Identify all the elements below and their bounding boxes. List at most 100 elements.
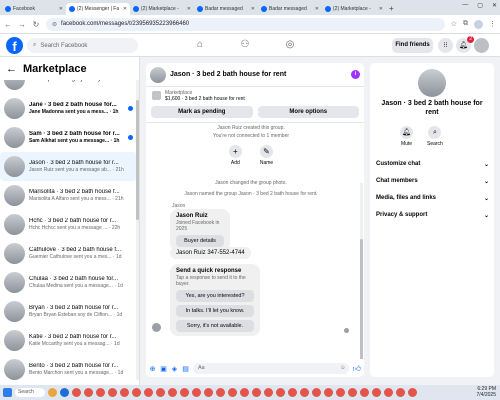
chat-avatar[interactable] [150, 66, 166, 83]
forward-icon[interactable]: → [18, 20, 26, 29]
search-input[interactable]: ⌕ Search Facebook [27, 38, 138, 53]
chrome-icon[interactable] [96, 388, 105, 397]
browser-tab[interactable]: (2) Marketplace - ✕ [322, 3, 386, 15]
chrome-icon[interactable] [180, 388, 189, 397]
chrome-icon[interactable] [228, 388, 237, 397]
chrome-icon[interactable] [72, 388, 81, 397]
message-input[interactable]: Aa ☺ [193, 363, 349, 374]
chrome-icon[interactable] [264, 388, 273, 397]
chrome-icon[interactable] [372, 388, 381, 397]
account-avatar[interactable] [474, 38, 489, 53]
chrome-icon[interactable] [204, 388, 213, 397]
mute-button[interactable]: 🔔︎ Mute [400, 126, 413, 147]
chrome-icon[interactable] [156, 388, 165, 397]
chrome-icon[interactable] [108, 388, 117, 397]
chrome-icon[interactable] [336, 388, 345, 397]
chrome-icon[interactable] [360, 388, 369, 397]
site-info-icon[interactable]: ⊜ [52, 21, 57, 28]
conversation-item[interactable]: Cathulove · 3 bed 2 bath house f... Guemi… [0, 239, 137, 268]
browser-tab[interactable]: Facebook ✕ [2, 3, 66, 15]
maximize-icon[interactable]: ▢ [477, 2, 483, 9]
chrome-icon[interactable] [132, 388, 141, 397]
chrome-icon[interactable] [192, 388, 201, 397]
taskbar-search[interactable]: Search [15, 388, 45, 397]
url-field[interactable]: ⊜ facebook.com/messages/t/23956935223966… [46, 17, 445, 31]
windows-start-icon[interactable] [3, 388, 12, 397]
browser-tab[interactable]: Badar messaged ✕ [258, 3, 322, 15]
groups-icon[interactable]: ◎ [280, 37, 300, 53]
conversation-item[interactable]: Katie · 3 bed 2 bath house for r... Katie… [0, 326, 137, 355]
friends-icon[interactable]: ⚇ [235, 37, 255, 53]
gif-icon[interactable]: ▤ [182, 365, 189, 373]
listing-card[interactable]: Marketplace $1,600 · 3 bed 2 bath house … [146, 87, 364, 104]
chrome-icon[interactable] [396, 388, 405, 397]
close-tab-icon[interactable]: ✕ [123, 6, 127, 12]
conversation-item[interactable]: Sam · 3 bed 2 bath house for r... Sam Alk… [0, 123, 137, 152]
home-icon[interactable]: ⌂ [190, 37, 210, 53]
search-conversation-button[interactable]: ⌕ Search [427, 126, 443, 147]
chrome-icon[interactable] [252, 388, 261, 397]
name-group-button[interactable]: ✎ Name [260, 145, 273, 166]
chrome-icon[interactable] [312, 388, 321, 397]
new-tab-button[interactable]: + [389, 3, 394, 15]
back-arrow-icon[interactable]: ← [6, 63, 17, 75]
close-tab-icon[interactable]: ✕ [315, 6, 319, 12]
emoji-icon[interactable]: ☺ [340, 363, 346, 374]
add-attachment-icon[interactable]: ⊕ [149, 365, 156, 373]
chrome-icon[interactable] [120, 388, 129, 397]
chat-title[interactable]: Jason · 3 bed 2 bath house for rent [170, 71, 347, 78]
close-window-icon[interactable]: ✕ [492, 2, 497, 9]
browser-tab[interactable]: (2) Marketplace - ✕ [130, 3, 194, 15]
like-icon[interactable]: 👍︎ [353, 364, 361, 374]
thread-scrollbar[interactable] [360, 183, 363, 359]
quick-reply-button[interactable]: Sorry, it's not available. [176, 320, 254, 332]
mark-as-pending-button[interactable]: Mark as pending [151, 106, 253, 118]
quick-reply-button[interactable]: In talks. I'll let you know. [176, 305, 254, 317]
chat-members-section[interactable]: Chat members ⌄ [376, 178, 489, 185]
conversation-item[interactable]: Jason · 3 bed 2 bath house for r... Jason… [0, 152, 137, 181]
bookmark-star-icon[interactable]: ☆ [451, 20, 457, 29]
browser-menu-icon[interactable]: ⋮ [489, 20, 496, 29]
conversation-item[interactable]: Marisolita · 3 bed 2 bath house f... Mari… [0, 181, 137, 210]
browser-tab-active[interactable]: (2) Messenger | Fa ✕ [66, 3, 130, 15]
close-tab-icon[interactable]: ✕ [187, 6, 191, 12]
close-tab-icon[interactable]: ✕ [59, 6, 63, 12]
conversation-item[interactable]: Chulaa · 3 bed 2 bath house for... Chulaa… [0, 268, 137, 297]
back-icon[interactable]: ← [4, 20, 12, 29]
reload-icon[interactable]: ↻ [32, 20, 40, 29]
chrome-icon[interactable] [300, 388, 309, 397]
chrome-icon[interactable] [276, 388, 285, 397]
chrome-icon[interactable] [288, 388, 297, 397]
camera-icon[interactable]: ▣ [160, 365, 167, 373]
chrome-icon[interactable] [240, 388, 249, 397]
edge-icon[interactable] [60, 388, 69, 397]
conversation-item[interactable]: Jane · 3 bed 2 bath house for... Jane Mad… [0, 94, 137, 123]
facebook-logo-icon[interactable]: f [6, 37, 23, 54]
conversation-info-icon[interactable]: i [351, 70, 360, 79]
privacy-support-section[interactable]: Privacy & support ⌄ [376, 212, 489, 219]
chrome-icon[interactable] [384, 388, 393, 397]
extensions-icon[interactable]: ⧉ [463, 20, 468, 29]
notifications-icon[interactable]: 🔔︎ 2 [456, 36, 474, 53]
sticker-icon[interactable]: ◈ [171, 365, 178, 373]
chrome-icon[interactable] [324, 388, 333, 397]
conversation-item[interactable]: Bryan · 3 bed 2 bath house for r... Bryan… [0, 297, 137, 326]
menu-grid-icon[interactable]: ⁝⁝ [438, 38, 453, 53]
sidebar-scrollbar[interactable] [136, 80, 139, 380]
close-tab-icon[interactable]: ✕ [379, 6, 383, 12]
media-files-section[interactable]: Media, files and links ⌄ [376, 195, 489, 202]
find-friends-button[interactable]: Find friends [392, 38, 433, 53]
profile-icon[interactable] [474, 19, 483, 29]
chrome-icon[interactable] [84, 388, 93, 397]
chrome-icon[interactable] [168, 388, 177, 397]
chrome-icon[interactable] [348, 388, 357, 397]
chrome-icon[interactable] [216, 388, 225, 397]
customize-chat-section[interactable]: Customize chat ⌄ [376, 161, 489, 168]
chrome-icon[interactable] [408, 388, 417, 397]
buyer-details-button[interactable]: Buyer details [176, 235, 224, 247]
add-member-button[interactable]: + Add [228, 145, 242, 166]
minimize-icon[interactable]: — [462, 2, 468, 9]
more-options-button[interactable]: More options [257, 106, 359, 118]
chrome-icon[interactable] [144, 388, 153, 397]
conversation-item[interactable]: Bento · 3 bed 2 bath house for r... Bento… [0, 355, 137, 384]
